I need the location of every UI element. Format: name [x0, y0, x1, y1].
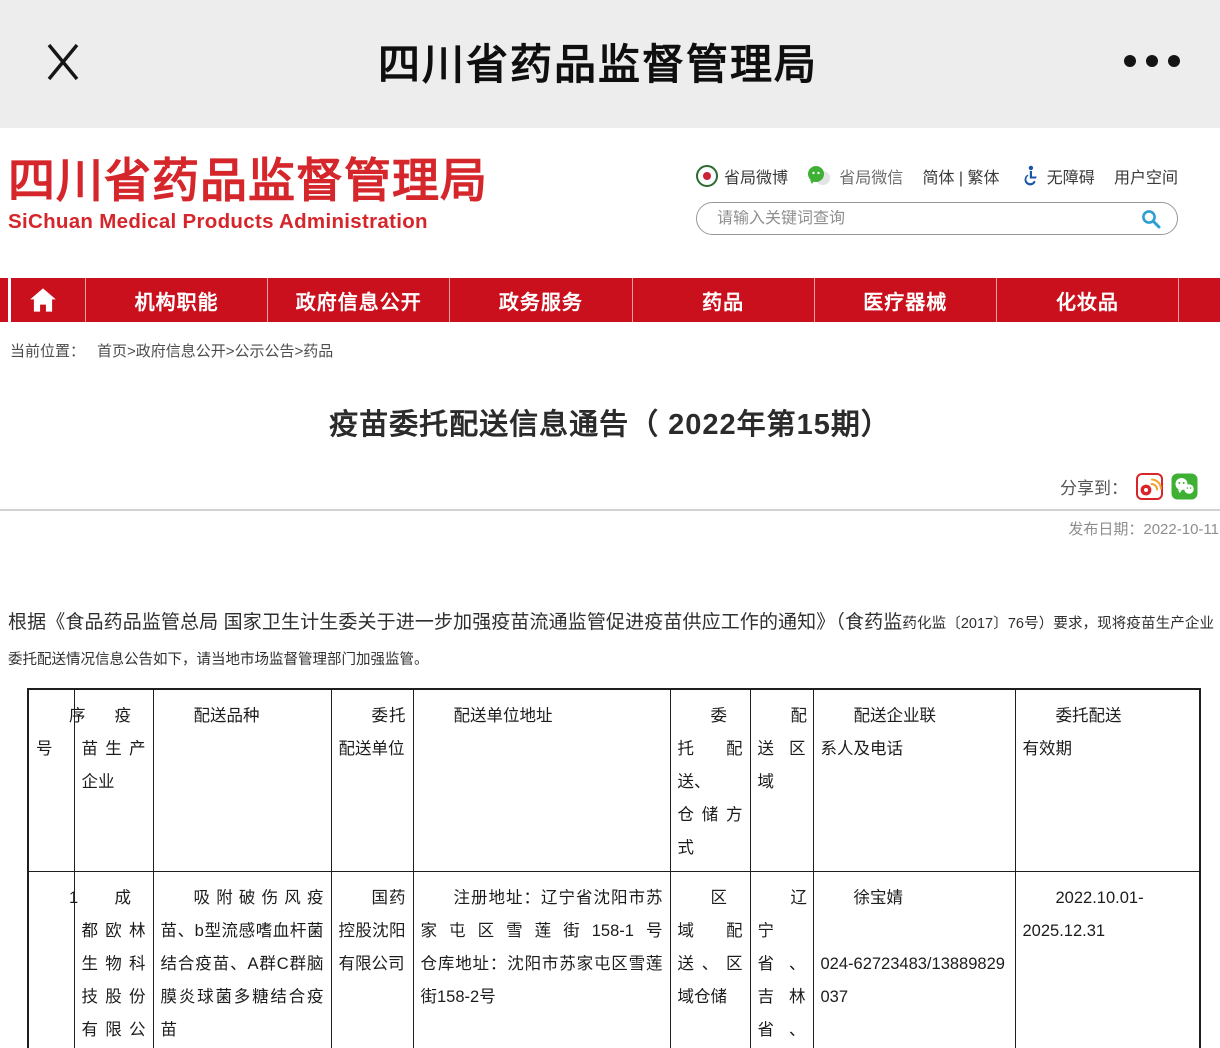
share-row: 分享到： — [0, 473, 1220, 500]
article-body: 根据《食品药品监管总局 国家卫生计生委关于进一步加强疫苗流通监管促进疫苗供应工作… — [0, 605, 1220, 678]
cell-validity: 2022.10.01- 2025.12.31 — [1015, 872, 1200, 1048]
col-header-products: 配送品种 — [153, 689, 331, 872]
site-header: 四川省药品监督管理局 SiChuan Medical Products Admi… — [0, 128, 1220, 278]
page: 四川省药品监督管理局 四川省药品监督管理局 SiChuan Medical Pr… — [0, 0, 1220, 1048]
cell-region: 辽宁省、吉林省、黑龙江省 — [750, 872, 813, 1048]
nav-item-functions[interactable]: 机构职能 — [85, 278, 267, 322]
site-logo[interactable]: 四川省药品监督管理局 SiChuan Medical Products Admi… — [8, 154, 488, 234]
wechat-link[interactable]: 省局微信 — [807, 164, 903, 188]
breadcrumb-path[interactable]: 首页>政府信息公开>公示公告>药品 — [97, 340, 333, 361]
wechat-link-label: 省局微信 — [839, 164, 903, 188]
nav-item-gov-info[interactable]: 政府信息公开 — [267, 278, 449, 322]
col-header-method: 委托配送、 仓储方式 — [670, 689, 750, 872]
nav-item-drugs[interactable]: 药品 — [632, 278, 814, 322]
user-space-label: 用户空间 — [1114, 164, 1178, 188]
search-input[interactable] — [717, 210, 1139, 228]
user-space-link[interactable]: 用户空间 — [1114, 164, 1178, 188]
logo-chinese: 四川省药品监督管理局 — [8, 154, 488, 208]
col-header-distributor: 委托配送单位 — [331, 689, 413, 872]
page-title: 疫苗委托配送信息通告（ 2022年第15期） — [0, 401, 1220, 443]
accessibility-link[interactable]: 无障碍 — [1019, 164, 1095, 188]
article-body-large: 根据《食品药品监管总局 国家卫生计生委关于进一步加强疫苗流通监管促进疫苗供应工作… — [8, 612, 902, 633]
table-header-row: 序号 疫苗生产企业 配送品种 委托配送单位 配送单位地址 委托配送、 仓储方式 … — [28, 689, 1200, 872]
col-header-address: 配送单位地址 — [413, 689, 670, 872]
cell-manufacturer: 成都欧林生物科技股份有限公司 — [74, 872, 153, 1048]
share-weibo-icon[interactable] — [1136, 473, 1163, 500]
breadcrumb: 当前位置： 首页>政府信息公开>公示公告>药品 — [10, 340, 1220, 361]
nav-home-button[interactable] — [0, 278, 85, 322]
more-menu-icon[interactable] — [1110, 55, 1180, 67]
lang-toggle[interactable]: 简体 | 繁体 — [922, 164, 999, 188]
accessibility-icon — [1019, 165, 1041, 187]
wechat-icon — [807, 165, 833, 187]
nav-tail — [1178, 278, 1220, 322]
nav-item-services[interactable]: 政务服务 — [449, 278, 631, 322]
search-icon[interactable] — [1139, 207, 1163, 231]
nav-item-cosmetics[interactable]: 化妆品 — [996, 278, 1178, 322]
weibo-link-label: 省局微博 — [724, 164, 788, 188]
share-wechat-icon[interactable] — [1171, 473, 1198, 500]
publish-date: 发布日期：2022-10-11 — [0, 518, 1220, 539]
weibo-link[interactable]: 省局微博 — [696, 164, 788, 188]
col-header-seq: 序号 — [28, 689, 74, 872]
cell-distributor: 国药控股沈阳有限公司 — [331, 872, 413, 1048]
nav-item-medical-devices[interactable]: 医疗器械 — [814, 278, 996, 322]
share-label: 分享到： — [1060, 474, 1128, 499]
divider — [0, 509, 1220, 511]
main-nav: 机构职能 政府信息公开 政务服务 药品 医疗器械 化妆品 — [0, 278, 1220, 322]
weibo-badge-icon — [696, 165, 718, 187]
vaccine-distribution-table: 序号 疫苗生产企业 配送品种 委托配送单位 配送单位地址 委托配送、 仓储方式 … — [27, 688, 1201, 1048]
close-icon[interactable] — [40, 38, 86, 84]
cell-contact: 徐宝婧 024-62723483/13889829037 — [813, 872, 1015, 1048]
home-icon — [29, 287, 57, 313]
breadcrumb-label: 当前位置： — [10, 340, 85, 361]
logo-english: SiChuan Medical Products Administration — [8, 210, 488, 234]
cell-method: 区域配送、区域仓储 — [670, 872, 750, 1048]
window-title: 四川省药品监督管理局 — [378, 31, 818, 92]
col-header-region: 配送区域 — [750, 689, 813, 872]
col-header-validity: 委托配送 有效期 — [1015, 689, 1200, 872]
accessibility-label: 无障碍 — [1047, 164, 1095, 188]
table-row: 1 成都欧林生物科技股份有限公司 吸附破伤风疫苗、b型流感嗜血杆菌结合疫苗、A群… — [28, 872, 1200, 1048]
lang-toggle-label: 简体 | 繁体 — [922, 164, 999, 188]
top-links: 省局微博 省局微信 简体 | 繁体 无障碍 用户空间 — [696, 164, 1178, 188]
nav-left-divider — [8, 278, 11, 322]
titlebar: 四川省药品监督管理局 — [0, 0, 1220, 128]
cell-address: 注册地址：辽宁省沈阳市苏家屯区雪莲街158-1号 仓库地址：沈阳市苏家屯区雪莲街… — [413, 872, 670, 1048]
cell-products: 吸附破伤风疫苗、b型流感嗜血杆菌结合疫苗、A群C群脑膜炎球菌多糖结合疫苗 — [153, 872, 331, 1048]
col-header-contact: 配送企业联 系人及电话 — [813, 689, 1015, 872]
search-box — [696, 202, 1178, 235]
cell-seq: 1 — [28, 872, 74, 1048]
